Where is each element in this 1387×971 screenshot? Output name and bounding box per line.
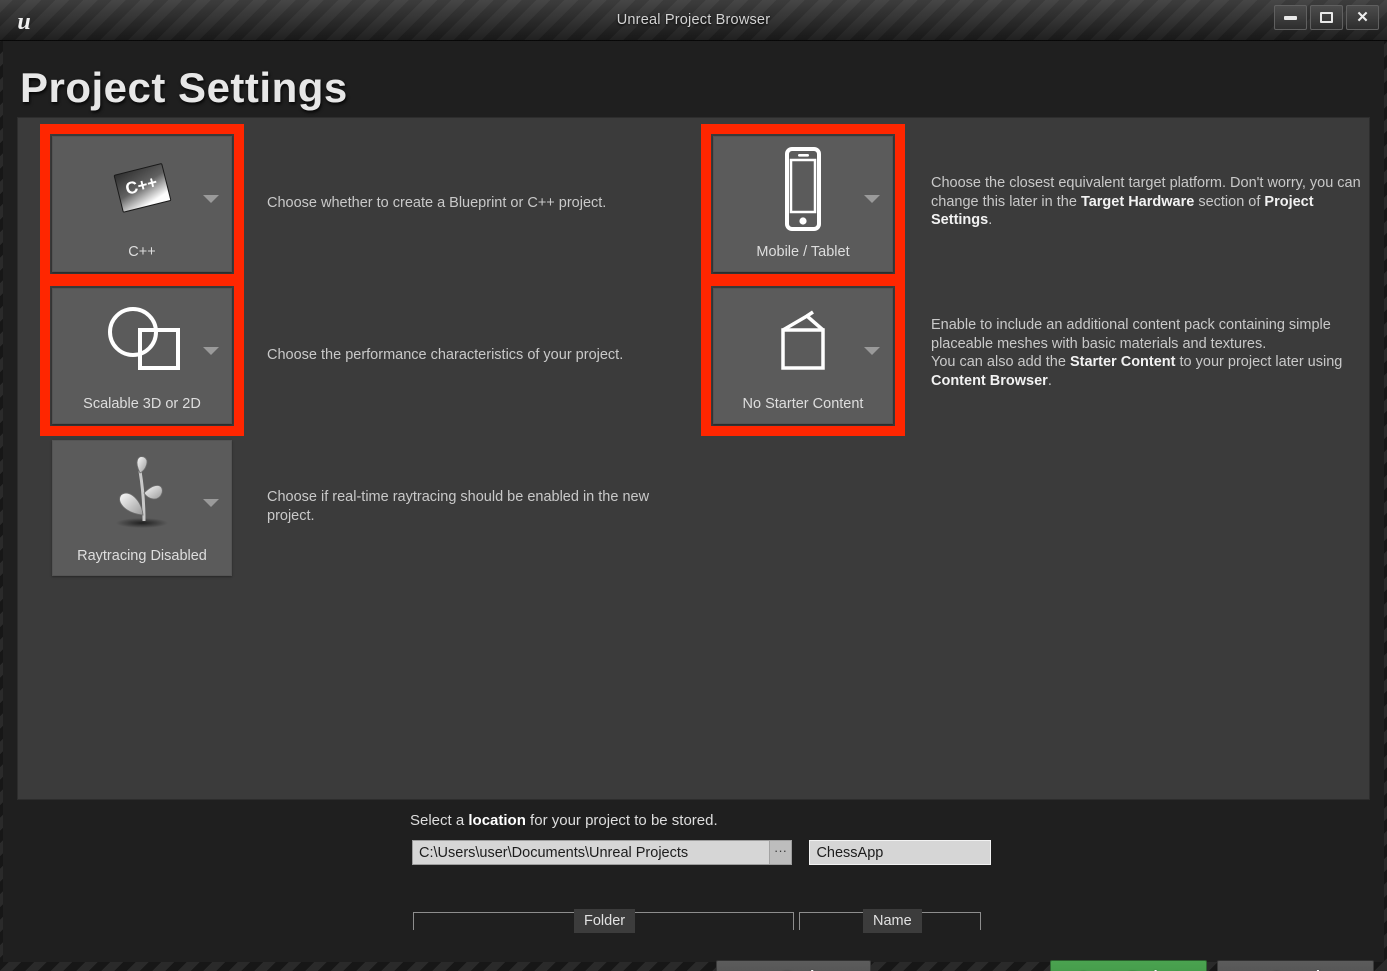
title-bar[interactable]: u Unreal Project Browser ✕ bbox=[0, 0, 1387, 41]
browse-folder-button[interactable]: ··· bbox=[769, 841, 791, 864]
maximize-icon bbox=[1320, 12, 1333, 23]
window-title: Unreal Project Browser bbox=[616, 12, 771, 28]
hw-desc-part2: section of bbox=[1194, 193, 1265, 210]
back-button[interactable]: ‹ Back bbox=[716, 960, 871, 971]
chevron-down-icon[interactable] bbox=[203, 195, 219, 203]
chevron-down-icon[interactable] bbox=[203, 347, 219, 355]
window-controls: ✕ bbox=[1274, 5, 1379, 30]
sc-desc-bold1: Starter Content bbox=[1069, 354, 1176, 370]
target-hardware-label: Mobile / Tablet bbox=[756, 244, 850, 260]
open-box-icon bbox=[714, 297, 892, 385]
location-label-part2: for your project to be stored. bbox=[525, 812, 718, 829]
location-row: ··· bbox=[412, 840, 992, 865]
hw-desc-bold1: Target Hardware bbox=[1080, 193, 1195, 210]
quality-card[interactable]: Scalable 3D or 2D bbox=[52, 288, 232, 424]
page-body: Project Settings C++ C++ Choose whether … bbox=[3, 41, 1384, 971]
create-project-button[interactable]: Create Project bbox=[1050, 960, 1207, 971]
setting-row-starter-content: No Starter Content Enable to include an … bbox=[701, 276, 1376, 436]
cancel-button[interactable]: Cancel bbox=[1217, 960, 1374, 971]
shapes-circle-square-icon bbox=[53, 297, 231, 385]
plant-sprout-icon bbox=[53, 449, 231, 537]
maximize-button[interactable] bbox=[1310, 5, 1343, 30]
location-label: Select a location for your project to be… bbox=[410, 812, 718, 829]
quality-card-wrap: Scalable 3D or 2D bbox=[40, 276, 244, 436]
project-type-description: Choose whether to create a Blueprint or … bbox=[267, 195, 607, 211]
setting-row-raytracing: Raytracing Disabled Choose if real-time … bbox=[52, 440, 692, 576]
mobile-phone-icon bbox=[714, 145, 892, 233]
page-title: Project Settings bbox=[20, 64, 348, 111]
chevron-down-icon[interactable] bbox=[203, 499, 219, 507]
name-caption: Name bbox=[863, 909, 922, 933]
starter-content-description: Enable to include an additional content … bbox=[931, 316, 1376, 424]
starter-content-card[interactable]: No Starter Content bbox=[713, 288, 893, 424]
location-label-part1: Select a bbox=[410, 812, 469, 829]
raytracing-card-wrap: Raytracing Disabled bbox=[52, 440, 232, 576]
project-type-label: C++ bbox=[128, 244, 156, 260]
name-field-wrap[interactable] bbox=[809, 840, 992, 865]
minimize-button[interactable] bbox=[1274, 5, 1307, 30]
folder-caption: Folder bbox=[574, 909, 636, 933]
raytracing-card[interactable]: Raytracing Disabled bbox=[52, 440, 232, 576]
target-hardware-card[interactable]: Mobile / Tablet bbox=[713, 136, 893, 272]
close-icon: ✕ bbox=[1356, 9, 1369, 26]
sc-desc-part4: . bbox=[1047, 372, 1052, 389]
raytracing-description: Choose if real-time raytracing should be… bbox=[267, 489, 650, 524]
chevron-down-icon[interactable] bbox=[864, 347, 880, 355]
project-type-card-wrap: C++ C++ bbox=[40, 124, 244, 284]
target-hardware-card-wrap: Mobile / Tablet bbox=[701, 124, 905, 284]
setting-row-quality: Scalable 3D or 2D Choose the performance… bbox=[40, 276, 687, 436]
target-hardware-description: Choose the closest equivalent target pla… bbox=[931, 174, 1376, 272]
application-window: u Unreal Project Browser ✕ Project Setti… bbox=[0, 0, 1387, 971]
quality-description: Choose the performance characteristics o… bbox=[267, 347, 624, 363]
location-label-bold: location bbox=[468, 812, 526, 829]
starter-content-card-wrap: No Starter Content bbox=[701, 276, 905, 436]
cpp-card-icon: C++ bbox=[53, 145, 231, 233]
setting-row-target-hardware: Mobile / Tablet Choose the closest equiv… bbox=[701, 124, 1376, 284]
starter-content-label: No Starter Content bbox=[742, 396, 864, 412]
setting-row-project-type: C++ C++ Choose whether to create a Bluep… bbox=[40, 124, 687, 284]
sc-desc-part3: to your project later using bbox=[1175, 354, 1343, 370]
chevron-down-icon[interactable] bbox=[864, 195, 880, 203]
project-type-card[interactable]: C++ C++ bbox=[52, 136, 232, 272]
quality-label: Scalable 3D or 2D bbox=[83, 396, 201, 412]
hw-desc-part3: . bbox=[988, 212, 993, 228]
raytracing-label: Raytracing Disabled bbox=[77, 548, 207, 564]
sc-desc-bold2: Content Browser bbox=[931, 372, 1048, 389]
close-button[interactable]: ✕ bbox=[1346, 5, 1379, 30]
settings-panel: C++ C++ Choose whether to create a Bluep… bbox=[17, 117, 1370, 800]
project-name-input[interactable] bbox=[816, 841, 987, 864]
folder-field-wrap[interactable]: ··· bbox=[412, 840, 792, 865]
sc-desc-part1: Enable to include an additional content … bbox=[931, 317, 1331, 352]
minimize-icon bbox=[1284, 15, 1297, 20]
folder-path-input[interactable] bbox=[419, 841, 767, 864]
sc-desc-part2: You can also add the bbox=[931, 354, 1070, 370]
